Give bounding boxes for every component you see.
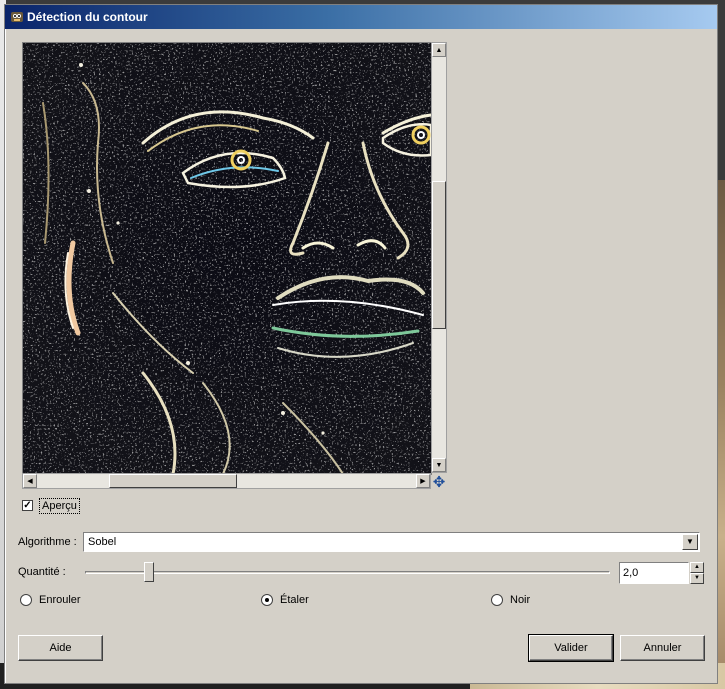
spin-up-arrow[interactable]: ▲ [690,562,704,573]
radio-smear-label: Étaler [280,594,309,606]
window-title: Détection du contour [27,10,148,24]
amount-spinbox[interactable]: 2,0 ▲ ▼ [619,562,705,584]
scroll-left-arrow[interactable]: ◀ [23,474,37,488]
radio-wrap-label: Enrouler [39,594,81,606]
cancel-button[interactable]: Annuler [620,635,705,661]
algorithm-selected-value: Sobel [88,536,117,548]
scroll-right-arrow[interactable]: ▶ [416,474,430,488]
preview-horizontal-scrollbar[interactable]: ◀ ▶ [22,473,431,489]
radio-selected-dot [265,598,269,602]
vertical-scroll-thumb[interactable] [432,181,446,329]
scroll-up-arrow[interactable]: ▲ [432,43,446,57]
amount-label: Quantité : [18,566,66,578]
scroll-down-arrow[interactable]: ▼ [432,458,446,472]
preview-image[interactable] [22,42,432,475]
edge-detected-face-image [23,43,431,474]
title-bar[interactable]: Détection du contour [5,5,717,29]
preview-vertical-scrollbar[interactable]: ▲ ▼ [431,42,447,473]
gimp-icon [11,12,23,22]
chevron-down-icon[interactable]: ▼ [682,534,698,550]
amount-slider-thumb[interactable] [144,562,154,582]
algorithm-label: Algorithme : [18,536,77,548]
help-button[interactable]: Aide [18,635,103,661]
radio-smear-button[interactable] [261,594,273,606]
radio-wrap-button[interactable] [20,594,32,606]
navigate-icon[interactable]: ✥ [431,475,447,491]
amount-slider-track[interactable] [85,571,610,574]
radio-black-label: Noir [510,594,531,606]
edge-detect-dialog: Détection du contour ▲ ▼ ◀ ▶ ✥ ✓ Aperçu … [4,4,718,684]
radio-black-button[interactable] [491,594,503,606]
horizontal-scroll-thumb[interactable] [109,474,237,488]
amount-value-field[interactable]: 2,0 [619,562,689,584]
preview-checkbox-label: Aperçu [39,498,80,514]
algorithm-select[interactable]: Sobel ▼ [83,532,700,552]
ok-button[interactable]: Valider [528,634,614,662]
spin-down-arrow[interactable]: ▼ [690,573,704,584]
preview-checkbox[interactable]: ✓ [22,500,33,511]
